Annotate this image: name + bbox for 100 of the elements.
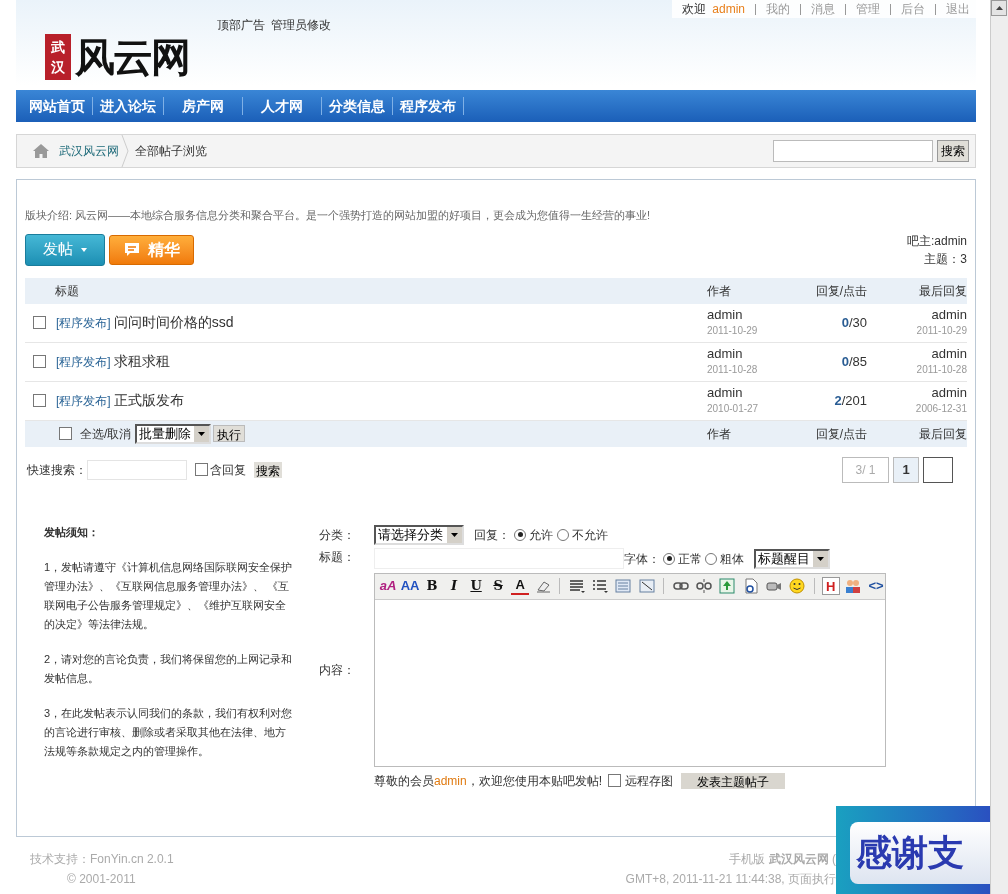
topic-title-link[interactable]: 求租求租 [113, 351, 170, 372]
page-status: 3/ 1 [842, 456, 889, 483]
radio-button[interactable] [663, 552, 675, 565]
column-header: 回复/点击 [815, 283, 867, 298]
radio-button[interactable] [557, 528, 569, 541]
thanks-text: 感谢支 [850, 822, 990, 884]
editor-button[interactable]: S [489, 577, 508, 595]
header-link[interactable]: 管理员修改 [271, 16, 331, 34]
row-checkbox[interactable] [33, 394, 46, 407]
topic-title-link[interactable]: 正式版发布 [113, 390, 184, 411]
next-page-link[interactable] [923, 456, 953, 483]
remote-image-label: 远程存图 [625, 772, 674, 790]
last-reply-user: admin [931, 345, 967, 362]
include-replies-label: 含回复 [210, 461, 246, 479]
radio-button[interactable] [514, 528, 526, 541]
align-icon [568, 578, 585, 594]
checkbox[interactable] [195, 463, 208, 476]
list-button[interactable] [590, 577, 610, 595]
column-header: 作者 [707, 283, 731, 298]
search-field[interactable] [773, 140, 933, 162]
editor-button[interactable]: I [445, 577, 464, 595]
page-link[interactable]: 1 [893, 456, 919, 483]
editor-button[interactable]: <> [867, 577, 885, 595]
column-header: 最后回复 [919, 426, 967, 441]
editor-button[interactable]: aA [379, 577, 397, 595]
editor-button[interactable]: B [423, 577, 442, 595]
category-link[interactable]: [程序发布] [56, 313, 111, 332]
execute-button[interactable]: 执行 [213, 425, 246, 442]
dropdown-arrow-icon [451, 532, 458, 537]
unlink-button[interactable] [694, 577, 714, 595]
radio-label: 粗体 [720, 550, 744, 568]
submit-button[interactable]: 发表主题帖子 [681, 772, 786, 789]
last-reply-user: admin [931, 384, 967, 401]
nav-link[interactable]: 人才网 [243, 95, 321, 117]
category-link[interactable]: [程序发布] [56, 352, 111, 371]
align-button[interactable] [567, 577, 587, 595]
flash-icon [742, 578, 759, 594]
search-button[interactable]: 搜索 [937, 140, 969, 162]
header-link[interactable]: 顶部广告 [217, 16, 265, 34]
column-header: 回复/点击 [815, 426, 867, 441]
radio-label: 正常 [678, 550, 702, 568]
smiley-button[interactable] [787, 577, 807, 595]
radio-label: 允许 [529, 526, 553, 544]
nav-link[interactable]: 进入论坛 [93, 95, 163, 117]
scrollbar[interactable] [990, 0, 1008, 894]
quick-search-field[interactable] [87, 459, 187, 480]
nav-link[interactable]: 网站首页 [22, 95, 92, 117]
table-icon [615, 578, 632, 594]
topic-count: 主题：3 [924, 250, 967, 268]
frame-icon [638, 578, 655, 594]
nav-link[interactable]: 房产网 [164, 95, 242, 117]
last-reply-date: 2006-12-31 [915, 401, 967, 416]
breadcrumb-link[interactable]: 武汉风云网 [59, 142, 119, 160]
welcome-text: 欢迎 [682, 1, 707, 18]
generated-time-text: GMT+8, 2011-11-21 11:44:38, 页面执行 [625, 871, 836, 888]
column-header: 作者 [707, 426, 731, 441]
author-name: admin [707, 384, 744, 401]
editor-button[interactable]: H [821, 577, 840, 595]
logo-mark: 武汉 [45, 34, 71, 80]
nav-link[interactable]: 分类信息 [322, 95, 392, 117]
checkbox[interactable] [608, 774, 622, 787]
image-button[interactable] [717, 577, 737, 595]
frame-button[interactable] [637, 577, 657, 595]
dropdown-arrow-icon [198, 431, 206, 436]
forum-intro: 版块介绍: 风云网——本地综合服务信息分类和聚合平台。是一个强势打造的网站加盟的好项目，更会成为您值得一生经营的事业! [25, 208, 652, 223]
post-date: 2010-01-27 [707, 401, 760, 416]
column-header: 标题 [55, 283, 79, 298]
dropdown[interactable]: 批量删除 [135, 423, 212, 444]
field-label: 字体： [624, 550, 660, 568]
radio-button[interactable] [705, 552, 717, 565]
select-all-checkbox[interactable] [59, 427, 72, 440]
people-button[interactable] [843, 577, 863, 595]
field-label: 标题： [319, 548, 356, 566]
field-label: 回复： [474, 526, 510, 544]
row-checkbox[interactable] [33, 316, 46, 329]
row-checkbox[interactable] [33, 355, 46, 368]
support-text: 技术支持：FonYin.cn 2.0.1 [30, 851, 174, 868]
editor-button[interactable]: A [511, 577, 530, 595]
topic-title-link[interactable]: 问问时间价格的ssd [113, 312, 234, 333]
editor-button[interactable]: U [467, 577, 486, 595]
search-button[interactable]: 搜索 [254, 461, 282, 478]
notice-paragraph: 2，请对您的言论负责，我们将保留您的上网记录和发帖信息。 [44, 651, 294, 686]
logo-text: 风云网 [75, 34, 189, 80]
notice-paragraph: 3，在此发帖表示认同我们的条款，我们有权利对您的言论进行审核、删除或者采取其他在法律、地方法规等条款规定之内的管理操作。 [44, 705, 294, 759]
mobile-link-text: 手机版 武汉风云网 ( [729, 851, 836, 868]
radio-label: 不允许 [572, 526, 608, 544]
dropdown[interactable]: 请选择分类 [374, 524, 464, 545]
dropdown[interactable]: 标题醒目 [754, 548, 830, 569]
post-date: 2011-10-28 [707, 362, 759, 377]
quick-search-label: 快速搜索： [27, 461, 87, 479]
image-icon [719, 578, 736, 594]
category-link[interactable]: [程序发布] [56, 391, 111, 410]
notice-paragraph: 1，发帖请遵守《计算机信息网络国际联网安全保护管理办法》、《互联网信息服务管理办法》、 《互联网电子公告服务管理规定》、《维护互联网安全的决定》等法律法规。 [44, 559, 294, 632]
list-icon [592, 578, 609, 594]
speech-bubble-icon [123, 242, 140, 257]
reply-click-count: 2/201 [834, 392, 867, 408]
people-icon [845, 578, 862, 594]
content-editor[interactable]: aA AA B I U S A H <> [374, 572, 886, 767]
editor-button[interactable]: AA [401, 577, 420, 595]
nav-link[interactable]: 程序发布 [393, 95, 463, 117]
